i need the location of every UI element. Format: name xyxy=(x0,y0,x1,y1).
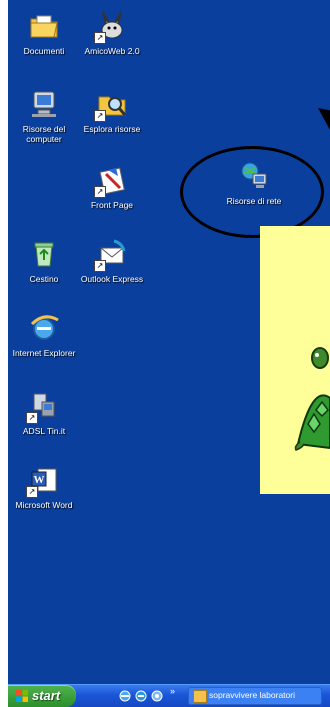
quick-launch-outlook-icon[interactable] xyxy=(134,689,148,703)
icon-label: Front Page xyxy=(90,200,134,210)
quick-launch-media-icon[interactable] xyxy=(150,689,164,703)
turtle-illustration-icon xyxy=(294,347,330,451)
documents-folder-icon xyxy=(28,10,60,42)
taskbar: start » sopravvivere laboratori xyxy=(8,684,330,707)
shortcut-arrow-icon: ↗ xyxy=(94,260,106,272)
adsl-connection-icon: ↗ xyxy=(26,390,60,424)
start-label: start xyxy=(32,688,61,703)
icon-label: Risorse del computer xyxy=(22,124,66,144)
icon-label: Documenti xyxy=(23,46,65,56)
desktop-icon-amicoweb[interactable]: ↗ AmicoWeb 2.0 xyxy=(76,10,148,56)
desktop-icon-documenti[interactable]: Documenti xyxy=(8,10,80,56)
start-button[interactable]: start xyxy=(8,685,76,707)
quick-launch-ie-icon[interactable] xyxy=(118,689,132,703)
network-places-icon xyxy=(238,160,270,192)
desktop: Documenti ↗ AmicoWeb 2.0 Risorse del com… xyxy=(8,0,330,684)
explorer-icon: ↗ xyxy=(94,88,128,122)
microsoft-word-icon: W ↗ xyxy=(26,464,60,498)
icon-label: Internet Explorer xyxy=(12,348,76,358)
shortcut-arrow-icon: ↗ xyxy=(94,110,106,122)
desktop-icon-esplora-risorse[interactable]: ↗ Esplora risorse xyxy=(76,88,148,134)
icon-label: Outlook Express xyxy=(80,274,144,284)
desktop-icon-adsl-tin[interactable]: ↗ ADSL Tin.it xyxy=(8,390,80,436)
icon-label: AmicoWeb 2.0 xyxy=(84,46,140,56)
svg-text:W: W xyxy=(34,474,45,486)
icon-label: Cestino xyxy=(29,274,59,284)
desktop-icon-cestino[interactable]: Cestino xyxy=(8,238,80,284)
desktop-icon-front-page[interactable]: ↗ Front Page xyxy=(76,164,148,210)
taskbar-window-button[interactable]: sopravvivere laboratori xyxy=(188,687,322,705)
shortcut-arrow-icon: ↗ xyxy=(26,486,38,498)
rabbit-app-icon: ↗ xyxy=(94,10,128,44)
recycle-bin-icon xyxy=(28,238,60,270)
outlook-express-icon: ↗ xyxy=(94,238,128,272)
windows-logo-icon xyxy=(16,690,28,702)
desktop-icon-internet-explorer[interactable]: Internet Explorer xyxy=(8,312,80,358)
internet-explorer-icon xyxy=(28,312,60,344)
folder-icon xyxy=(193,690,207,703)
desktop-icon-risorse-computer[interactable]: Risorse del computer xyxy=(8,88,80,144)
quick-launch-more-button[interactable]: » xyxy=(170,686,175,696)
icon-label: Microsoft Word xyxy=(15,500,73,510)
desktop-icon-risorse-di-rete[interactable]: Risorse di rete xyxy=(218,160,290,206)
desktop-icon-outlook-express[interactable]: ↗ Outlook Express xyxy=(76,238,148,284)
shortcut-arrow-icon: ↗ xyxy=(94,186,106,198)
pointer-arrow-icon xyxy=(318,108,330,130)
frontpage-icon: ↗ xyxy=(94,164,128,198)
my-computer-icon xyxy=(28,88,60,120)
icon-label: ADSL Tin.it xyxy=(22,426,66,436)
shortcut-arrow-icon: ↗ xyxy=(94,32,106,44)
desktop-icon-microsoft-word[interactable]: W ↗ Microsoft Word xyxy=(8,464,80,510)
task-label: sopravvivere laboratori xyxy=(209,690,295,700)
icon-label: Esplora risorse xyxy=(83,124,141,134)
shortcut-arrow-icon: ↗ xyxy=(26,412,38,424)
icon-label: Risorse di rete xyxy=(226,196,282,206)
